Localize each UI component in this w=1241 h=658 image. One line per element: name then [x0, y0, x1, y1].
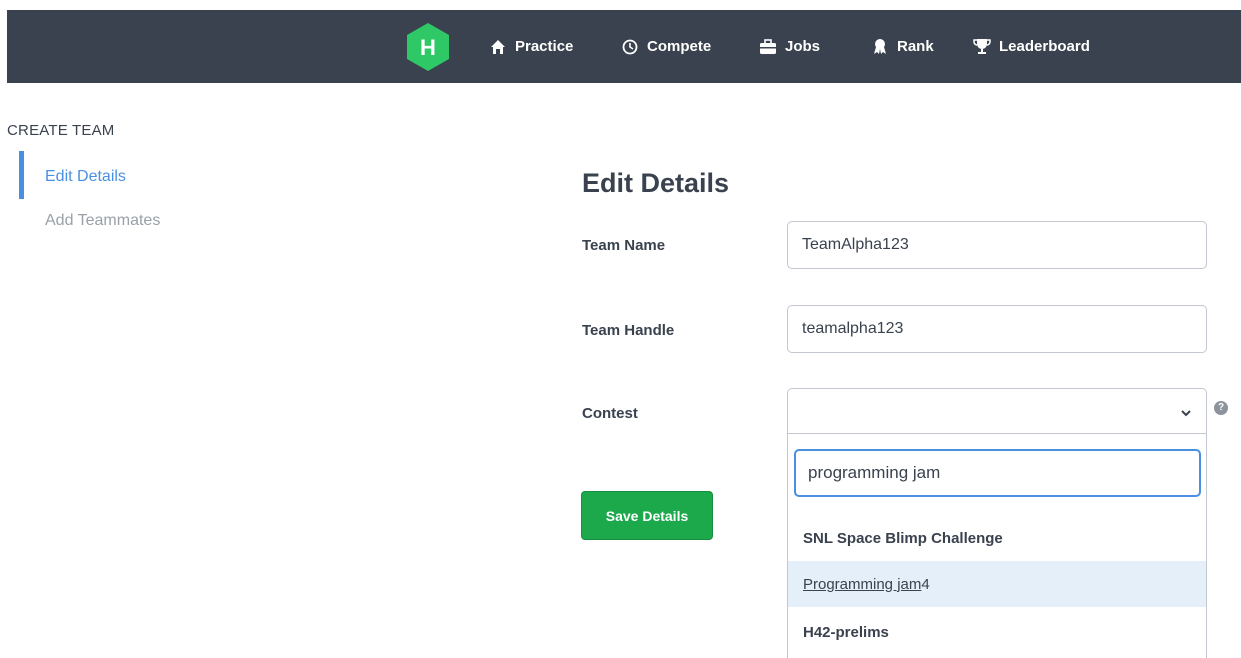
top-navbar: H Practice Compete Jobs Rank Leaderboard	[7, 10, 1241, 83]
nav-compete[interactable]: Compete	[621, 10, 711, 83]
contest-select[interactable]	[787, 388, 1207, 434]
chevron-down-icon[interactable]	[1180, 405, 1192, 423]
team-name-label: Team Name	[582, 237, 666, 254]
nav-jobs[interactable]: Jobs	[759, 10, 820, 83]
team-handle-label: Team Handle	[582, 322, 675, 339]
dropdown-option[interactable]: SNL Space Blimp Challenge	[788, 515, 1206, 561]
nav-rank[interactable]: Rank	[871, 10, 934, 83]
nav-jobs-label: Jobs	[785, 38, 821, 55]
contest-label: Contest	[582, 405, 638, 422]
nav-practice[interactable]: Practice	[489, 10, 573, 83]
option-label: H42-prelims	[803, 623, 889, 641]
nav-leaderboard[interactable]: Leaderboard	[973, 10, 1090, 83]
contest-search-input[interactable]	[794, 449, 1201, 497]
sidebar-item-edit-details[interactable]: Edit Details	[45, 168, 126, 186]
trophy-icon	[973, 38, 991, 56]
clock-icon	[621, 38, 639, 56]
option-label-rest: 4	[921, 575, 930, 593]
svg-text:H: H	[420, 35, 436, 60]
option-label-match: Programming jam	[803, 575, 922, 593]
sidebar-active-indicator	[19, 151, 24, 199]
contest-dropdown: SNL Space Blimp Challenge Programming ja…	[787, 434, 1207, 658]
hackerrank-logo[interactable]: H	[402, 21, 454, 73]
nav-leaderboard-label: Leaderboard	[999, 38, 1090, 55]
dropdown-option[interactable]: H42-prelims	[788, 609, 1206, 655]
page-title: Edit Details	[582, 168, 730, 198]
nav-compete-label: Compete	[647, 38, 712, 55]
medal-icon	[871, 38, 889, 56]
dropdown-option-highlighted[interactable]: Programming jam 4	[788, 561, 1206, 607]
team-handle-input[interactable]	[787, 305, 1207, 353]
option-label: SNL Space Blimp Challenge	[803, 529, 1003, 547]
sidebar-header: CREATE TEAM	[7, 122, 115, 139]
nav-practice-label: Practice	[515, 38, 574, 55]
sidebar-item-add-teammates[interactable]: Add Teammates	[45, 212, 160, 230]
briefcase-icon	[759, 38, 777, 56]
help-icon[interactable]: ?	[1214, 401, 1228, 415]
team-name-input[interactable]	[787, 221, 1207, 269]
save-details-button[interactable]: Save Details	[581, 491, 713, 540]
nav-rank-label: Rank	[897, 38, 934, 55]
home-icon	[489, 38, 507, 56]
